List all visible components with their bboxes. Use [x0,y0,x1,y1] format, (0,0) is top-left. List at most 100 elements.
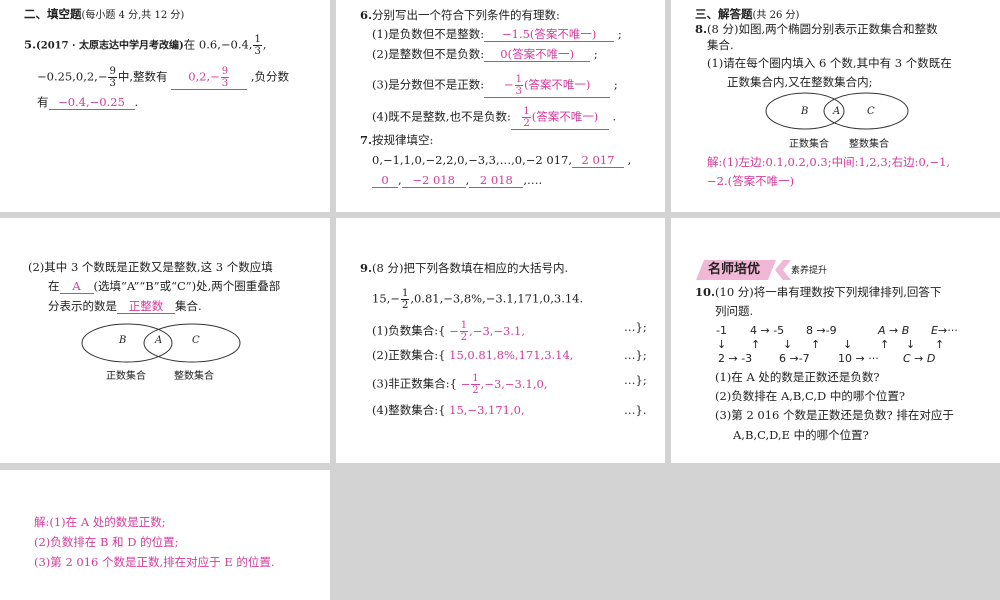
answer-blank: 0(答案不唯一) [484,47,591,62]
answer-blank: A [59,279,94,294]
text: 15,− [372,291,400,306]
q-number: 9. [360,261,373,275]
panel-q8: 三、解答题(共 26 分) 8.(8 分)如图,两个椭圆分别表示正数集合和整数 … [671,0,1000,212]
panel-q5: 二、填空题(每小题 4 分,共 12 分) 5.(2017 · 太原志达中学月考… [0,0,330,212]
text: −0.25,0,2,− [37,69,108,84]
venn-caption: 正数集合 [106,371,146,382]
den: 2 [460,332,468,343]
panel-q9: 9.(8 分)把下列各数填在相应的大括号内. 15,− 1 2,0.81,−3,8%… [336,218,665,463]
den: 3 [515,86,522,97]
panel-q8-part2: (2)其中 3 个数既是正数又是整数,这 3 个数应填 在 A (选填“A”“B”或… [0,218,330,463]
answer: 15,−3,171,0, [449,403,525,417]
num: 1 [253,34,262,46]
answer: (答案不唯一) [531,109,599,124]
answer-blank: −1 3 (答案不唯一) [484,74,611,98]
text: 有 [37,95,49,109]
q-source: (2017 · 太原志达中学月考改编) [36,40,184,52]
text-line: 分表示的数是 正整数 集合. [48,299,202,314]
label: (4)整数集合:{ [372,403,446,417]
panel-q10-answer: 解:(1)在 A 处的数是正数; (2)负数排在 B 和 D 的位置; (3)第… [0,470,330,600]
venn-label-c: C [192,335,200,346]
arrow-down-icon: ↓ [783,338,793,351]
text: 列问题. [715,304,754,318]
arrow-up-icon: ↑ [811,338,821,351]
text: …}; [624,320,647,334]
q-number: 8. [695,22,708,36]
text: ,…. [523,173,543,187]
answer-text: ,−3,−3.1, [469,323,525,338]
seq-node: 6 →-7 [779,352,810,365]
text: 分表示的数是 [48,299,117,313]
set-row: (4)整数集合:{ 15,−3,171,0, …}. [372,403,652,417]
label: (2)正数集合:{ [372,348,446,362]
section-note: (每小题 4 分,共 12 分) [81,10,185,21]
text: 正数集合内,又在整数集合内; [727,75,873,89]
den: 2 [401,300,409,311]
arrow-down-icon: ↓ [906,338,916,351]
q-number: 6. [360,8,373,22]
answer-blank: 正整数 [117,299,175,314]
q9-title: 9.(8 分)把下列各数填在相应的大括号内. [360,261,568,275]
answer: (答案不唯一) [523,77,591,92]
venn-label-b: B [801,106,809,117]
fraction: 13 [514,74,523,97]
den: 3 [254,46,261,57]
text: ,负分数 [250,69,289,84]
answer: −1 2 ,−3,−3.1,0, [460,373,548,396]
fraction: 12 [522,106,531,129]
text: (3)是分数但不是正数: [372,77,485,92]
num: 9 [220,66,230,78]
section-badge: 名师培优 [696,260,776,280]
fraction: 12 [459,320,469,343]
text: …}; [624,373,647,387]
seq-node: E→··· [931,324,958,337]
text: 0,−1,1,0,−2,2,0,−3,3,…,0,−2 017, [372,153,572,167]
text: 按规律填空: [372,133,434,147]
venn-caption: 整数集合 [849,139,889,150]
q6-item: (3)是分数但不是正数: −1 3 (答案不唯一) ; [372,74,618,98]
text: 集合. [707,38,734,52]
seq-node: A → B [878,324,910,337]
q7-seq: 0,−1,1,0,−2,2,0,−3,3,…,0,−2 017, 2 017 , [372,153,632,168]
q8-text: 8.(8 分)如图,两个椭圆分别表示正数集合和整数 [695,22,938,36]
q5-line1: 5.(2017 · 太原志达中学月考改编)在 0.6,−0.4, 1 3, [24,34,267,57]
section-heading: 三、解答题(共 26 分) [695,7,799,23]
answer-blank: 0 [372,173,398,188]
q7-seq2: 0, −2 018, 2 018,…. [372,173,542,188]
text: …}; [624,348,647,362]
num: 9 [108,66,117,78]
q6-item: (4)既不是整数,也不是负数: 1 2 (答案不唯一) . [372,106,617,130]
seq-node: -1 [716,324,727,337]
seq-node: C → D [903,352,936,365]
venn-label-a: A [155,335,163,346]
answer-blank: 0,2,− 9 3 [171,66,248,90]
q6-title: 6.分别写出一个符合下列条件的有理数: [360,8,560,22]
text: 中,整数有 [117,69,168,84]
q5-line3: 有 −0.4,−0.25. [37,95,138,110]
fraction: 12 [400,288,410,311]
text: (1)是负数但不是整数: [372,27,485,41]
sign: − [460,376,471,391]
text: 在 [48,279,60,293]
text: (3)第 2 016 个数是正数还是负数? 排在对应于 [715,408,954,422]
q6-item: (2)是整数但不是负数: 0(答案不唯一) ; [372,47,598,62]
chevron-icon [775,260,791,280]
fraction: 93 [220,66,230,89]
fraction: 12 [471,373,480,396]
text: ,0.81,−3,8%,−3.1,171,0,3.14. [410,291,584,306]
venn-label-c: C [867,106,875,117]
text: (8 分)把下列各数填在相应的大括号内. [372,261,569,275]
q-number: 5. [24,37,37,52]
section-title: 三、解答题 [695,7,753,21]
text: (4)既不是整数,也不是负数: [372,109,511,124]
label: (3)非正数集合:{ [372,376,457,391]
fraction: 13 [253,34,262,57]
den: 2 [472,385,479,396]
answer-text: ,−3,−3.1,0, [480,376,548,391]
answer-text: −2.(答案不唯一) [707,174,795,188]
fraction: 93 [108,66,117,89]
answer-blank: 2 018 [469,173,524,188]
answer-blank: −1.5(答案不唯一) [484,27,615,42]
num: 1 [400,288,410,300]
arrow-down-icon: ↓ [843,338,853,351]
